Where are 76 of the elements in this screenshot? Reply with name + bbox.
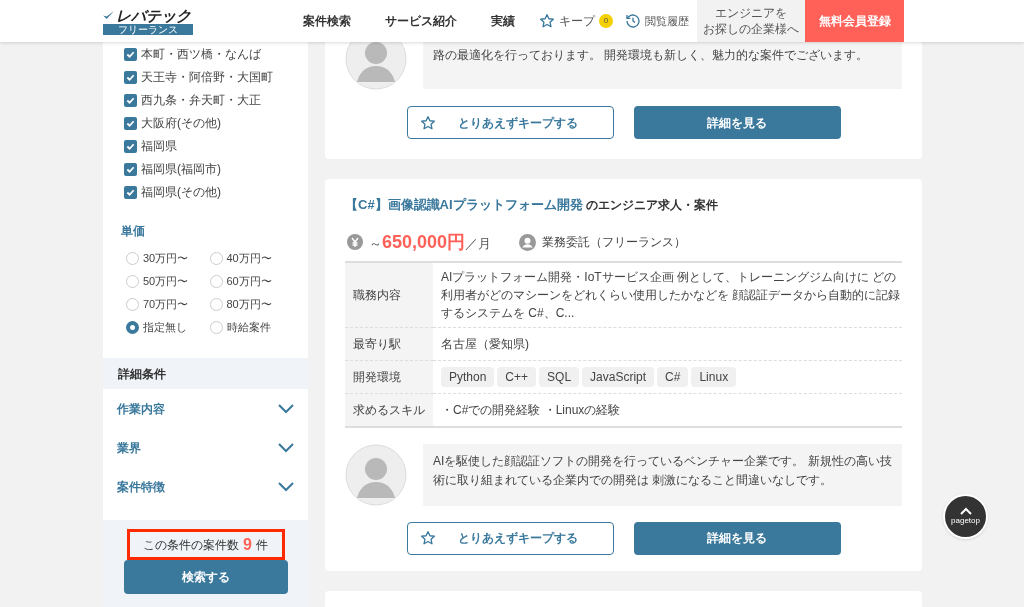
nav-link[interactable]: 案件検索 (303, 12, 351, 30)
star-icon (539, 13, 555, 29)
chevron-icon (278, 441, 294, 454)
pagetop-button[interactable]: pagetop (943, 494, 988, 539)
checkbox-label: 西九条・弁天町・大正 (141, 92, 261, 109)
keep-button[interactable]: とりあえずキープする (406, 106, 614, 139)
checkbox-label: 天王寺・阿倍野・大国町 (141, 69, 273, 86)
nav-link[interactable]: サービス紹介 (385, 12, 457, 30)
keep-count-badge: 0 (599, 14, 613, 28)
person-icon (519, 233, 537, 251)
checkbox[interactable] (124, 93, 137, 107)
radio-label: 70万円〜 (143, 296, 189, 312)
yen-icon (347, 234, 363, 250)
checkbox-label: 福岡県(福岡市) (141, 161, 221, 178)
chevron-icon (278, 402, 294, 415)
star-icon (419, 530, 436, 546)
logo[interactable]: レバテック フリーランス (103, 0, 193, 42)
keep-link[interactable]: キープ 0 (539, 0, 613, 42)
job-title[interactable]: 【C#】画像認識AIプラットフォーム開発 のエンジニア求人・案件 (345, 195, 902, 215)
star-icon (419, 114, 436, 131)
checkbox-label: 福岡県 (141, 138, 177, 155)
corporate-link[interactable]: エンジニアを お探しの企業様へ (697, 0, 805, 42)
chevron-icon (278, 480, 294, 493)
accordion-header[interactable]: 作業内容 (103, 389, 308, 428)
contract-type: 業務委託（フリーランス） (542, 234, 687, 251)
skill-tag: C# (657, 366, 689, 387)
logo-text: レバテック (116, 7, 191, 24)
skill-tag: SQL (539, 366, 580, 387)
section-header: 詳細条件 (103, 358, 308, 389)
chevron-up-icon (959, 506, 972, 515)
row-label: 最寄り駅 (345, 327, 433, 360)
avatar-silhouette-icon (345, 443, 407, 506)
skill-tag: Linux (691, 366, 737, 387)
row-value: 名古屋（愛知県) (441, 336, 529, 351)
radio-label: 50万円〜 (143, 273, 189, 289)
radio-label: 80万円〜 (226, 296, 272, 312)
check-icon (103, 11, 114, 20)
accordion-header[interactable]: 業界 (103, 428, 308, 467)
history-icon (625, 13, 641, 29)
accordion-header[interactable]: 案件特徴 (103, 467, 308, 506)
price: ～650,000円／月 (369, 230, 492, 254)
details-button[interactable]: 詳細を見る (633, 106, 841, 139)
comment-bubble: 路の最適化を行っております。 開発環境も新しく、魅力的な案件でございます。 (423, 42, 902, 89)
result-count: この条件の案件数 9 件 (126, 529, 285, 560)
history-link[interactable]: 閲覧履歴 (625, 0, 689, 42)
checkbox-label: 福岡県(その他) (141, 184, 221, 201)
row-label: 求めるスキル (345, 393, 433, 427)
row-label: 開発環境 (345, 360, 433, 393)
skill-tag: Python (441, 366, 495, 387)
checkbox-label: 本町・西ツ橋・なんば (141, 46, 261, 63)
section-title: 単価 (120, 223, 146, 240)
row-value: AIプラットフォーム開発・IoTサービス企画 例として、トレーニングジム向けに どの利用者がどのマシーンをどれくらい使用したかなどを 顔認証データから自動的に記録するシステムを C#、C... (441, 269, 901, 320)
checkbox[interactable] (124, 185, 137, 199)
checkbox[interactable] (124, 162, 137, 176)
search-button[interactable]: 検索する (123, 560, 288, 594)
checkbox-label: 大阪府(その他) (141, 115, 221, 132)
radio-label: 40万円〜 (226, 250, 272, 266)
radio-label: 指定無し (143, 319, 187, 335)
checkbox[interactable] (124, 70, 137, 84)
radio-label: 30万円〜 (143, 250, 189, 266)
row-label: 職務内容 (345, 261, 433, 327)
skill-tag: JavaScript (582, 366, 655, 387)
checkbox[interactable] (124, 47, 137, 61)
checkbox[interactable] (124, 139, 137, 153)
logo-subtitle: フリーランス (103, 24, 193, 35)
radio-label: 60万円〜 (226, 273, 272, 289)
keep-button[interactable]: とりあえずキープする (406, 521, 614, 555)
avatar-silhouette-icon (345, 42, 407, 90)
details-button[interactable]: 詳細を見る (633, 521, 841, 555)
radio-label: 時給案件 (226, 319, 271, 335)
radio-button[interactable] (126, 320, 139, 334)
nav-link[interactable]: 実績 (491, 12, 515, 30)
checkbox[interactable] (124, 116, 137, 130)
comment-bubble: AIを駆使した顔認証ソフトの開発を行っているベンチャー企業です。 新規性の高い技術に取り組まれている企業内での開発は 刺激になること間違いなしです。 (423, 443, 902, 506)
skill-tag: C++ (497, 366, 537, 387)
row-value: ・C#での開発経験 ・Linuxの経験 (441, 402, 621, 417)
